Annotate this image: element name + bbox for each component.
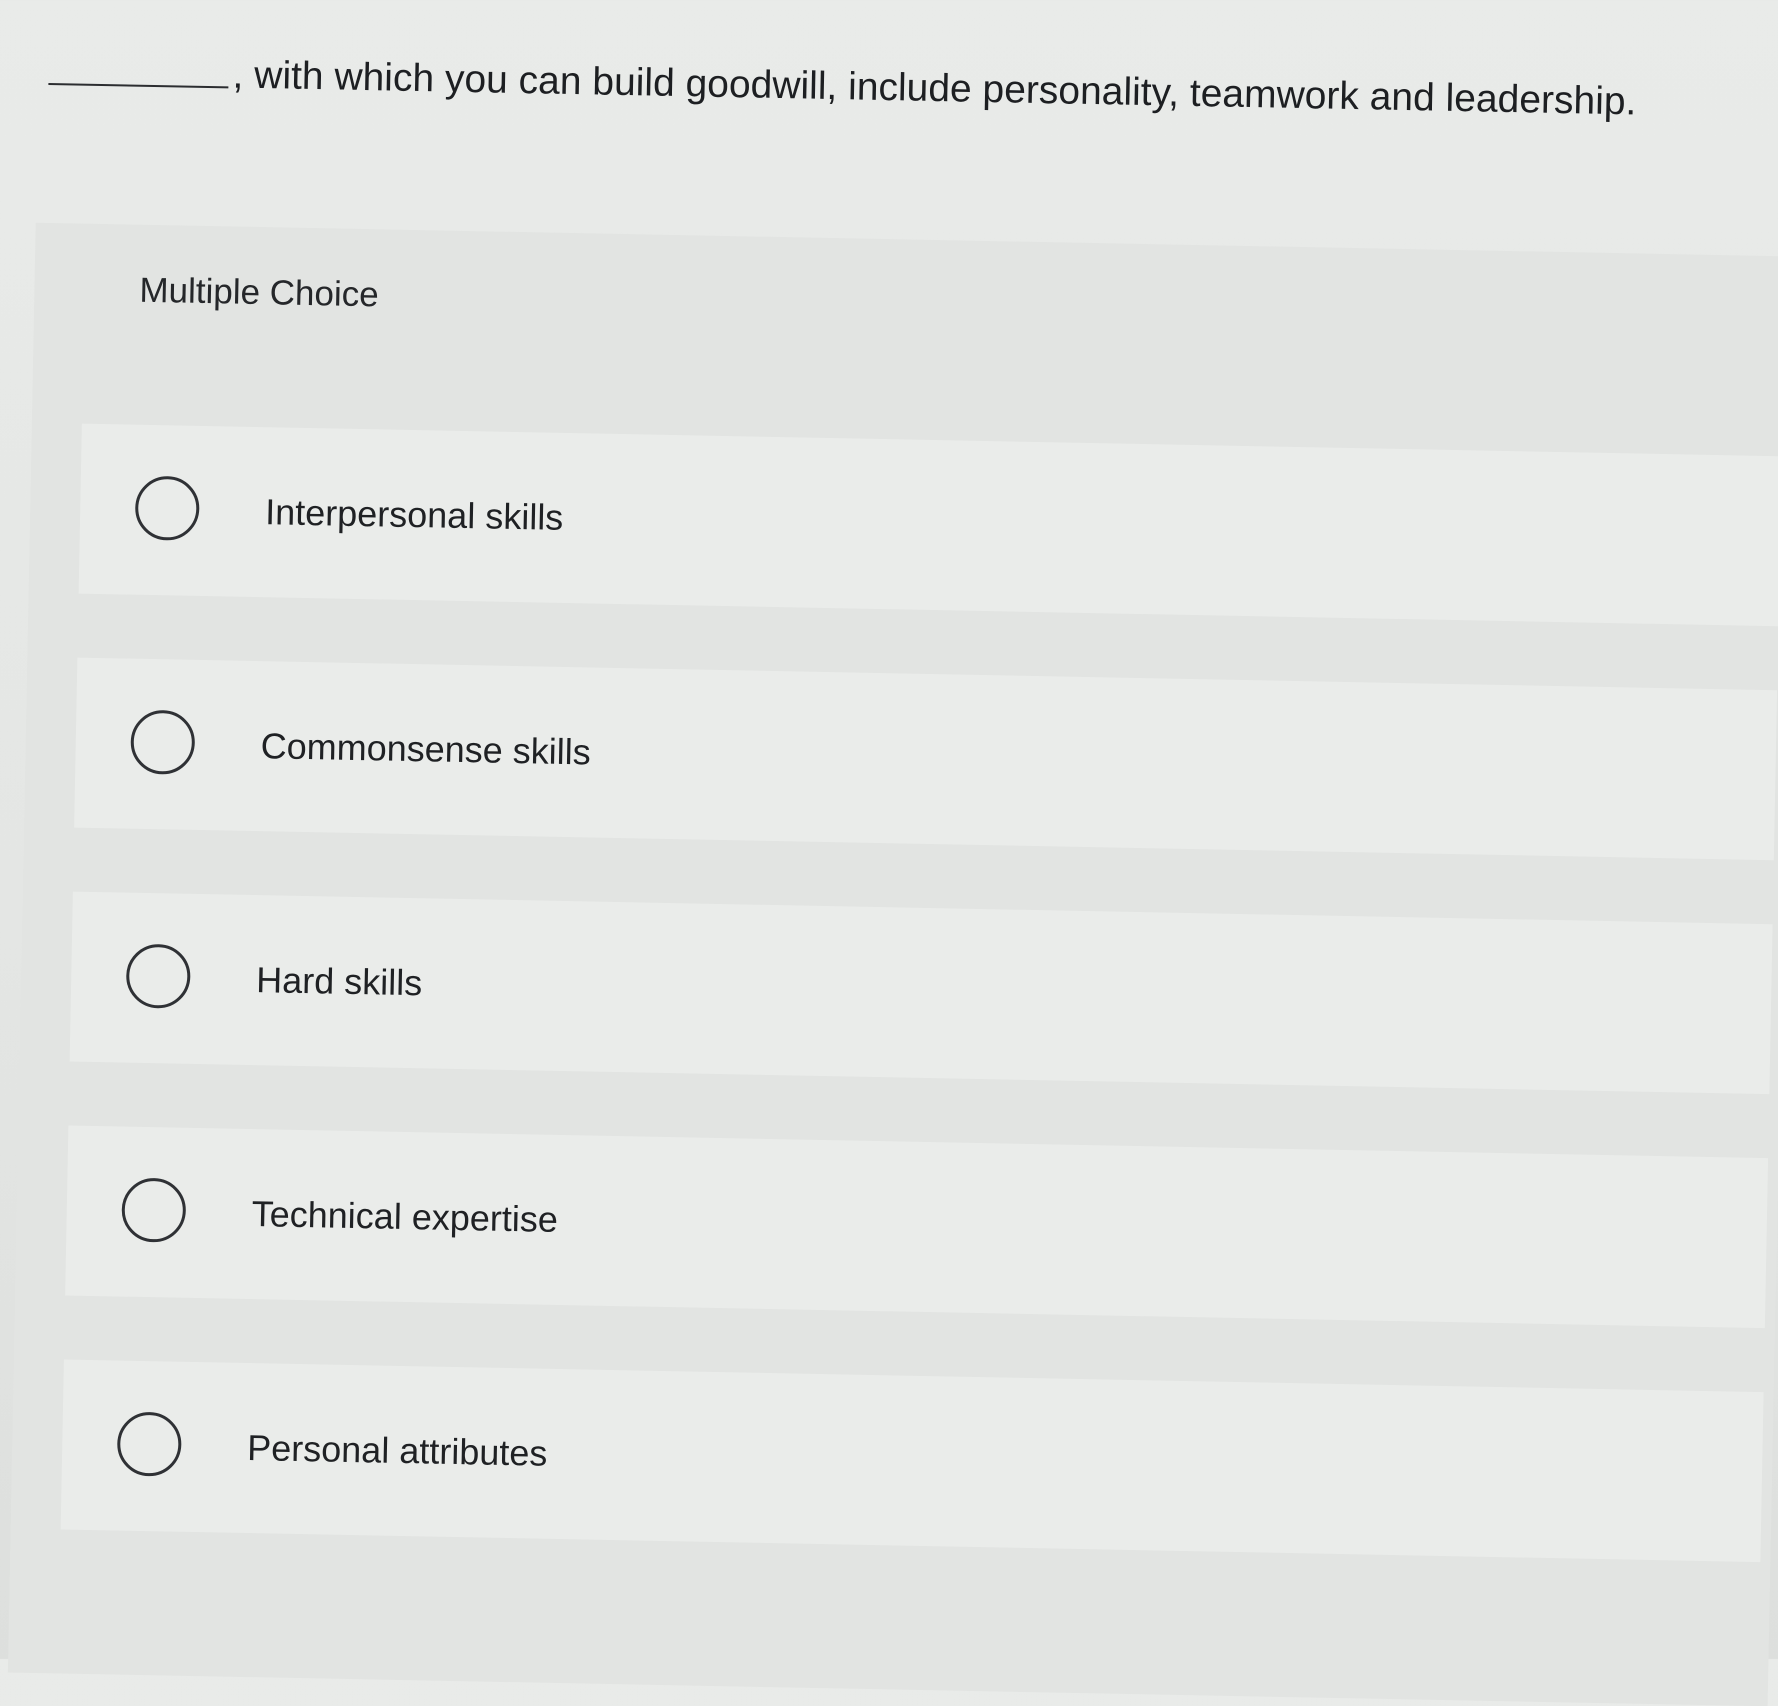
option-label: Interpersonal skills <box>264 491 564 538</box>
option-label: Commonsense skills <box>260 725 592 773</box>
answer-options-list: Interpersonal skills Commonsense skills … <box>59 423 1778 1626</box>
radio-button-icon[interactable] <box>116 1411 182 1477</box>
radio-button-icon[interactable] <box>134 475 200 541</box>
answer-option-commonsense-skills[interactable]: Commonsense skills <box>74 657 1778 861</box>
question-text: , with which you can build goodwill, inc… <box>232 53 1637 124</box>
answer-blank <box>48 82 229 89</box>
option-label: Personal attributes <box>246 1427 548 1474</box>
multiple-choice-panel: Multiple Choice Interpersonal skills Com… <box>7 222 1778 1706</box>
answer-option-personal-attributes[interactable]: Personal attributes <box>60 1359 1764 1563</box>
answer-option-hard-skills[interactable]: Hard skills <box>69 891 1773 1095</box>
question-type-label: Multiple Choice <box>139 270 380 315</box>
quiz-page: , with which you can build goodwill, inc… <box>0 0 1778 1706</box>
option-label: Hard skills <box>255 959 423 1004</box>
option-label: Technical expertise <box>251 1193 559 1240</box>
radio-button-icon[interactable] <box>121 1177 187 1243</box>
question-stem: , with which you can build goodwill, inc… <box>48 47 1749 130</box>
answer-option-interpersonal-skills[interactable]: Interpersonal skills <box>78 423 1778 627</box>
radio-button-icon[interactable] <box>125 943 191 1009</box>
answer-option-technical-expertise[interactable]: Technical expertise <box>65 1125 1769 1329</box>
radio-button-icon[interactable] <box>130 709 196 775</box>
